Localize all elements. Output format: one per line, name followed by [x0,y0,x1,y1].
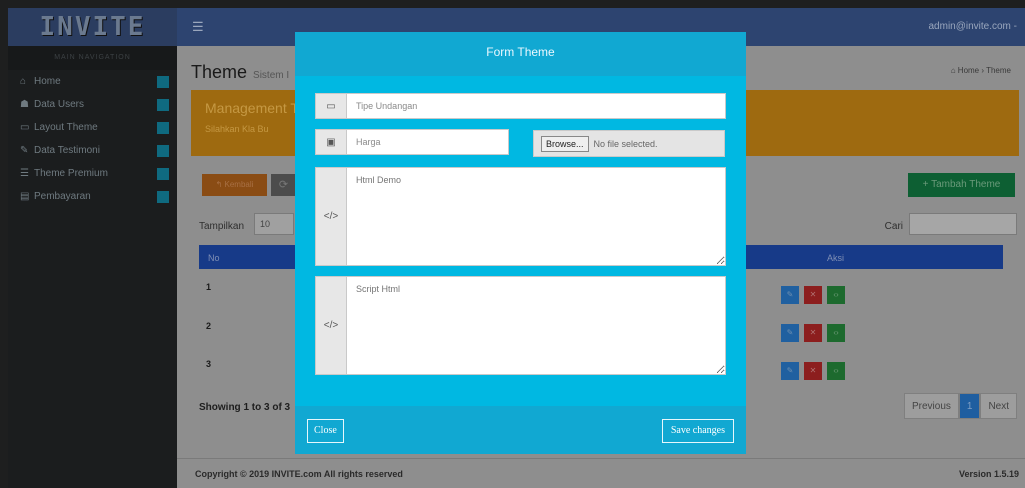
code-icon: </> [316,277,347,374]
sidebar-item-data-users[interactable]: ☗ Data Users [8,93,177,116]
harga-input[interactable]: Harga [347,130,508,154]
harga-field: ▣ Harga [315,129,509,155]
footer: Copyright © 2019 INVITE.com All rights r… [177,458,1025,488]
user-menu[interactable]: admin@invite.com - [928,21,1017,32]
save-button[interactable]: Save changes [661,419,734,443]
col-aksi-header[interactable]: Aksi [827,253,844,263]
page-length-select[interactable]: 10 [254,213,294,235]
table-info: Showing 1 to 3 of 3 [199,402,291,413]
file-upload[interactable]: Browse... No file selected. [533,130,725,157]
sidebar-item-pembayaran[interactable]: ▤ Pembayaran [8,185,177,208]
pagination-prev[interactable]: Previous [903,393,959,419]
app-logo[interactable]: INVITE [8,8,177,46]
footer-copyright: Copyright © 2019 INVITE.com All rights r… [195,469,403,479]
code-icon: </> [316,168,347,265]
edit-icon[interactable]: ✎ [781,324,799,342]
script-html-textarea[interactable] [347,277,725,374]
form-theme-modal: Form Theme ▭ Tipe Undangan ▣ Harga Brows… [295,32,746,454]
page-subtitle: Sistem I [253,70,290,81]
close-button[interactable]: Close [307,419,344,443]
monitor-icon: ▭ [20,122,30,133]
sidebar-item-label: Layout Theme [34,122,98,133]
tipe-undangan-field: ▭ Tipe Undangan [315,93,726,119]
sidebar-item-label: Data Testimoni [34,145,100,156]
page-title-text: Theme [191,62,248,82]
page-length-label: Tampilkan [199,221,245,232]
menu-toggle-icon[interactable]: ☰ [192,19,204,35]
sidebar-heading: MAIN NAVIGATION [8,46,177,70]
users-icon: ☗ [20,99,29,110]
sidebar-badge [157,190,169,203]
table-row-number: 3 [206,359,212,369]
sidebar-badge [157,121,169,134]
script-html-field: </> [315,276,726,375]
tipe-undangan-input[interactable]: Tipe Undangan [347,94,725,118]
pagination: Previous 1 Next [903,393,1017,419]
code-icon[interactable]: ‹› [827,286,845,304]
delete-icon[interactable]: ✕ [804,324,822,342]
code-icon[interactable]: ‹› [827,362,845,380]
file-status: No file selected. [593,138,658,149]
sidebar-item-label: Home [34,76,61,87]
pagination-page[interactable]: 1 [958,393,981,419]
table-row-number: 1 [206,282,212,292]
home-icon: ⌂ [20,76,27,87]
monitor-icon: ▭ [316,94,347,118]
edit-icon[interactable]: ✎ [781,286,799,304]
back-button[interactable]: ↰ Kembali [202,174,267,196]
money-icon: ▣ [316,130,347,154]
sidebar-badge [157,167,169,180]
list-icon: ☰ [20,168,29,179]
add-theme-button[interactable]: + Tambah Theme [908,173,1015,197]
sidebar-item-home[interactable]: ⌂ Home [8,70,177,93]
footer-version: Version 1.5.19 [958,469,1019,479]
breadcrumb[interactable]: ⌂ Home › Theme [951,66,1011,75]
delete-icon[interactable]: ✕ [804,286,822,304]
html-demo-field: </> [315,167,726,266]
sidebar-badge [157,98,169,111]
delete-icon[interactable]: ✕ [804,362,822,380]
search-input[interactable] [909,213,1017,235]
document-icon: ▤ [20,191,30,202]
sidebar-badge [157,75,169,88]
page-title: Theme Sistem I [191,62,289,83]
sidebar: MAIN NAVIGATION ⌂ Home ☗ Data Users ▭ La… [8,46,177,488]
modal-footer: Close Save changes [295,406,746,454]
pagination-next[interactable]: Next [980,393,1017,419]
browse-button[interactable]: Browse... [541,135,589,152]
edit-icon[interactable]: ✎ [781,362,799,380]
sidebar-item-layout-theme[interactable]: ▭ Layout Theme [8,116,177,139]
sidebar-item-label: Theme Premium [34,168,108,179]
html-demo-textarea[interactable] [347,168,725,265]
edit-icon: ✎ [20,145,29,156]
col-no-header[interactable]: No [208,253,220,263]
sidebar-badge [157,144,169,157]
sidebar-item-label: Data Users [34,99,85,110]
table-row-number: 2 [206,321,212,331]
sidebar-item-data-testimoni[interactable]: ✎ Data Testimoni [8,139,177,162]
modal-title: Form Theme [295,32,746,76]
sidebar-item-theme-premium[interactable]: ☰ Theme Premium [8,162,177,185]
sidebar-item-label: Pembayaran [34,191,91,202]
code-icon[interactable]: ‹› [827,324,845,342]
refresh-button[interactable]: ⟳ [271,174,296,196]
search-label: Cari [884,221,903,232]
